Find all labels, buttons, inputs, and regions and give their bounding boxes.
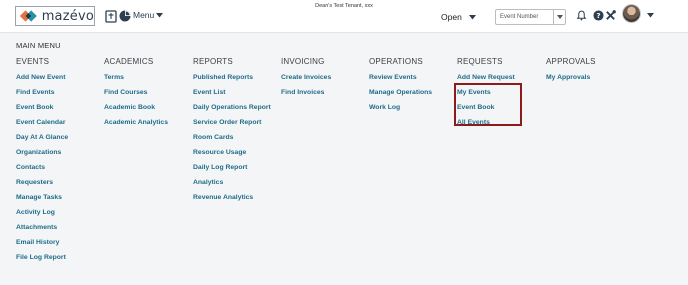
mazevo-logo[interactable]: mazévo [15, 6, 95, 26]
invoicing-column: INVOICING Create Invoices Find Invoices [281, 57, 331, 103]
column-heading: APPROVALS [546, 57, 596, 66]
reports-column: REPORTS Published Reports Event List Dai… [193, 57, 271, 208]
menu-link-create-invoices[interactable]: Create Invoices [281, 73, 331, 88]
menu-link-daily-operations-report[interactable]: Daily Operations Report [193, 103, 271, 118]
bell-icon[interactable] [576, 10, 587, 21]
column-heading: OPERATIONS [369, 57, 423, 66]
menu-link-find-events[interactable]: Find Events [16, 88, 68, 103]
column-heading: REPORTS [193, 57, 233, 66]
highlight-annotation-box [454, 83, 522, 126]
menu-link-work-log[interactable]: Work Log [369, 103, 432, 118]
menu-link-academic-analytics[interactable]: Academic Analytics [104, 118, 168, 133]
chevron-down-icon [468, 14, 476, 19]
menu-link-manage-operations[interactable]: Manage Operations [369, 88, 432, 103]
menu-link-terms[interactable]: Terms [104, 73, 168, 88]
menu-link-event-list[interactable]: Event List [193, 88, 271, 103]
menu-link-revenue-analytics[interactable]: Revenue Analytics [193, 193, 271, 208]
menu-link-daily-log-report[interactable]: Daily Log Report [193, 163, 271, 178]
menu-link-contacts[interactable]: Contacts [16, 163, 68, 178]
pie-chart-icon[interactable] [118, 9, 132, 23]
column-heading: EVENTS [16, 57, 50, 66]
svg-text:?: ? [596, 11, 600, 20]
menu-link-event-book[interactable]: Event Book [16, 103, 68, 118]
tools-icon[interactable] [605, 10, 616, 21]
menu-link-activity-log[interactable]: Activity Log [16, 208, 68, 223]
menu-link-academic-book[interactable]: Academic Book [104, 103, 168, 118]
menu-link-room-cards[interactable]: Room Cards [193, 133, 271, 148]
events-column: EVENTS Add New Event Find Events Event B… [16, 57, 68, 268]
chevron-down-icon[interactable] [647, 13, 654, 18]
chevron-down-icon [156, 12, 164, 17]
menu-link-add-new-event[interactable]: Add New Event [16, 73, 68, 88]
tenant-name: Dean's Test Tenant, xxx [315, 3, 373, 9]
operations-column: OPERATIONS Review Events Manage Operatio… [369, 57, 432, 118]
menu-link-find-invoices[interactable]: Find Invoices [281, 88, 331, 103]
menu-link-day-at-a-glance[interactable]: Day At A Glance [16, 133, 68, 148]
menu-link-manage-tasks[interactable]: Manage Tasks [16, 193, 68, 208]
menu-link-find-courses[interactable]: Find Courses [104, 88, 168, 103]
search-dropdown-toggle[interactable] [553, 10, 565, 24]
column-heading: REQUESTS [457, 57, 503, 66]
column-heading: ACADEMICS [104, 57, 154, 66]
calendar-icon[interactable] [104, 9, 118, 23]
academics-column: ACADEMICS Terms Find Courses Academic Bo… [104, 57, 168, 133]
logo-mark-icon [19, 10, 37, 22]
menu-link-attachments[interactable]: Attachments [16, 223, 68, 238]
status-value: Open [441, 12, 462, 22]
menu-link-email-history[interactable]: Email History [16, 238, 68, 253]
search-placeholder: Event Number [500, 14, 539, 20]
help-icon[interactable]: ? [593, 10, 604, 21]
menu-link-review-events[interactable]: Review Events [369, 73, 432, 88]
menu-link-published-reports[interactable]: Published Reports [193, 73, 271, 88]
menu-link-my-approvals[interactable]: My Approvals [546, 73, 596, 88]
approvals-column: APPROVALS My Approvals [546, 57, 596, 88]
event-number-search[interactable]: Event Number [495, 9, 566, 25]
status-filter[interactable]: Open [441, 12, 476, 22]
menu-link-file-log-report[interactable]: File Log Report [16, 253, 68, 268]
menu-link-analytics[interactable]: Analytics [193, 178, 271, 193]
menu-link-requesters[interactable]: Requesters [16, 178, 68, 193]
avatar[interactable] [622, 4, 641, 23]
top-bar: mazévo Menu Dean's Test Tenant, xxx Open… [0, 0, 688, 33]
menu-link-organizations[interactable]: Organizations [16, 148, 68, 163]
main-menu-title: MAIN MENU [16, 41, 61, 50]
column-heading: INVOICING [281, 57, 325, 66]
menu-link-event-calendar[interactable]: Event Calendar [16, 118, 68, 133]
logo-text: mazévo [41, 8, 94, 24]
menu-link-service-order-report[interactable]: Service Order Report [193, 118, 271, 133]
menu-label: Menu [133, 10, 155, 20]
menu-dropdown[interactable]: Menu [133, 10, 164, 20]
menu-link-resource-usage[interactable]: Resource Usage [193, 148, 271, 163]
chevron-down-icon [556, 15, 563, 19]
